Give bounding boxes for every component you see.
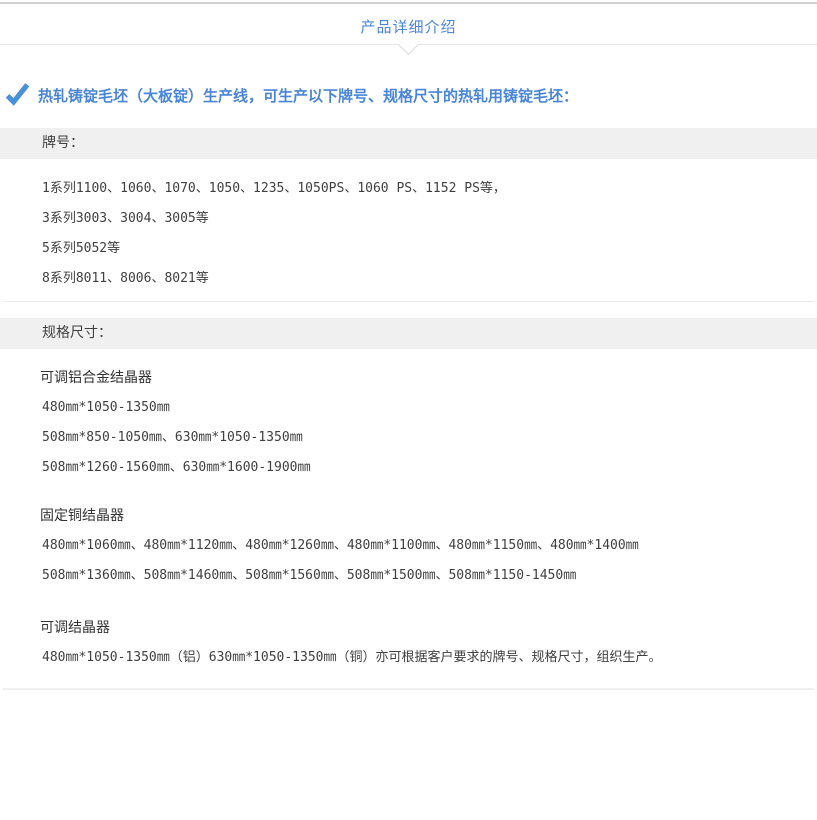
spec-line: 508㎜*1360㎜、508㎜*1460㎜、508㎜*1560㎜、508㎜*15… <box>0 561 817 591</box>
intro-row: 热轧铸锭毛坯（大板锭）生产线，可生产以下牌号、规格尺寸的热轧用铸锭毛坯： <box>5 83 817 107</box>
bottom-divider <box>3 688 814 690</box>
check-icon <box>5 83 29 107</box>
grade-line: 1系列1100、1060、1070、1050、1235、1050PS、1060 … <box>0 174 817 204</box>
spec-line: 480㎜*1050-1350㎜ <box>0 393 817 423</box>
section-bar-specs-label: 规格尺寸： <box>42 325 112 341</box>
specs-body: 可调铝合金结晶器 480㎜*1050-1350㎜ 508㎜*850-1050㎜、… <box>0 349 817 673</box>
page-title: 产品详细介绍 <box>360 4 456 37</box>
chevron-down-notch-icon <box>397 34 418 55</box>
grades-list: 1系列1100、1060、1070、1050、1235、1050PS、1060 … <box>0 159 817 301</box>
grade-line: 8系列8011、8006、8021等 <box>0 264 817 294</box>
spec-group-heading-adjustable-aluminum: 可调铝合金结晶器 <box>0 363 817 393</box>
section-bar-specs: 规格尺寸： <box>0 318 817 349</box>
section-bar-grades-label: 牌号： <box>42 135 84 151</box>
intro-text: 热轧铸锭毛坯（大板锭）生产线，可生产以下牌号、规格尺寸的热轧用铸锭毛坯： <box>38 85 578 106</box>
spec-line: 508㎜*1260-1560㎜、630㎜*1600-1900㎜ <box>0 453 817 483</box>
grade-line: 3系列3003、3004、3005等 <box>0 204 817 234</box>
spec-line: 480㎜*1050-1350㎜（铝）630㎜*1050-1350㎜（铜）亦可根据… <box>0 643 817 673</box>
section-divider <box>3 301 814 302</box>
section-bar-grades: 牌号： <box>0 128 817 159</box>
spec-group-heading-fixed-copper: 固定铜结晶器 <box>0 501 817 531</box>
spec-line: 480㎜*1060㎜、480㎜*1120㎜、480㎜*1260㎜、480㎜*11… <box>0 531 817 561</box>
spec-group-heading-adjustable: 可调结晶器 <box>0 613 817 643</box>
page-header: 产品详细介绍 <box>0 4 817 45</box>
grade-line: 5系列5052等 <box>0 234 817 264</box>
spec-line: 508㎜*850-1050㎜、630㎜*1050-1350㎜ <box>0 423 817 453</box>
